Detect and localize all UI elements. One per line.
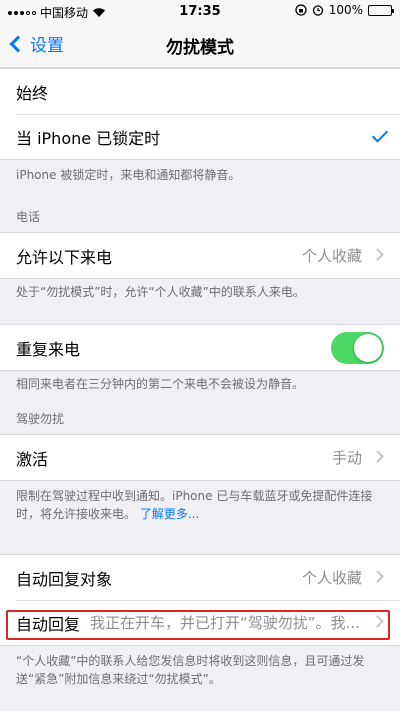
alarm-icon [312,5,323,16]
auto-reply-footnote: “个人收藏”中的联系人给您发信息时将收到这则信息，且可通过发送“紧急”附加信息来… [16,654,365,686]
allow-calls-value: 个人收藏 [301,247,362,265]
orientation-lock-icon [295,4,307,16]
activate-row[interactable]: 激活 手动 [0,435,400,480]
driving-activate-group: 激活 手动 [0,434,400,481]
battery-percent: 100% [328,3,363,17]
checkmark-icon [371,126,389,143]
page-title: 勿扰模式 [166,38,234,58]
option-when-locked-label: 当 iPhone 已锁定时 [16,128,161,148]
allow-calls-group: 允许以下来电 个人收藏 [0,232,400,279]
option-always-label: 始终 [16,83,49,103]
repeated-calls-footnote: 相同来电者在三分钟内的第二个来电不会被设为静音。 [16,377,305,391]
chevron-right-icon [371,248,384,261]
navigation-bar: 设置 勿扰模式 [0,22,400,68]
phone-section-header: 电话 [16,210,41,224]
highlight-box [6,610,390,640]
driving-footnote: 限制在驾驶过程中收到通知。iPhone 已与车载蓝牙或免提配件连接时，将允许接收… [16,487,386,523]
repeated-calls-toggle[interactable] [331,332,384,364]
auto-reply-to-label: 自动回复对象 [16,569,113,589]
chevron-right-icon [371,450,384,463]
allow-calls-label: 允许以下来电 [16,247,113,267]
status-bar: 中国移动 17:35 100% [0,0,400,22]
repeated-calls-group: 重复来电 [0,324,400,371]
repeated-calls-label: 重复来电 [16,339,81,359]
activate-label: 激活 [16,449,49,469]
auto-reply-to-row[interactable]: 自动回复对象 个人收藏 [0,555,400,600]
auto-reply-to-value: 个人收藏 [301,569,362,587]
silence-group: 始终 当 iPhone 已锁定时 [0,68,400,160]
activate-value: 手动 [331,449,362,467]
option-always[interactable]: 始终 [0,69,400,114]
chevron-right-icon [371,570,384,583]
silence-footnote: iPhone 被锁定时，来电和通知都将静音。 [16,168,241,182]
battery-icon [368,4,394,16]
allow-calls-footnote: 处于“勿扰模式”时，允许“个人收藏”中的联系人来电。 [16,285,305,299]
status-right: 100% [295,3,394,17]
allow-calls-row[interactable]: 允许以下来电 个人收藏 [0,233,400,278]
option-when-locked[interactable]: 当 iPhone 已锁定时 [0,114,400,159]
learn-more-link[interactable]: 了解更多... [140,507,199,521]
driving-section-header: 驾驶勿扰 [16,412,65,426]
repeated-calls-row: 重复来电 [0,325,400,370]
